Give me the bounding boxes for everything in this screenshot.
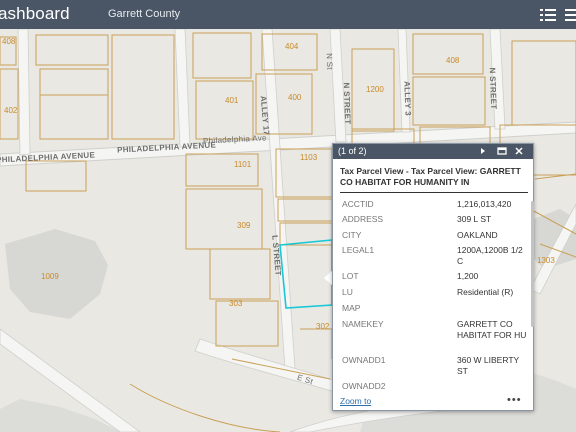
attribute-key: LU <box>342 287 353 297</box>
attribute-value: OAKLAND <box>457 230 498 240</box>
parcel-label: 402 <box>4 106 18 115</box>
attribute-value: 1200A,1200B 1/2 C <box>457 245 523 266</box>
attribute-value: GARRETT CO HABITAT FOR HU <box>457 319 527 340</box>
parcel-label: 1303 <box>537 256 555 265</box>
info-popup: (1 of 2) Tax Parcel View - Tax Parcel Vi… <box>332 143 534 411</box>
parcel-label: 1200 <box>366 85 384 94</box>
parcel-label: 408 <box>2 37 16 46</box>
attribute-value: Residential (R) <box>457 287 514 297</box>
app-title: ashboard <box>0 4 70 23</box>
attribute-key: LEGAL1 <box>342 245 375 255</box>
street-label: N STREET <box>341 82 353 125</box>
attribute-key: MAP <box>342 303 361 313</box>
dock-icon[interactable] <box>496 145 508 157</box>
parcel-label: 408 <box>446 56 460 65</box>
parcel-label: 302 <box>316 322 330 331</box>
attribute-key: CITY <box>342 230 362 240</box>
popup-header: (1 of 2) <box>333 144 533 159</box>
attribute-key: LOT <box>342 271 359 281</box>
attribute-value: 360 W LIBERTY ST <box>457 355 520 376</box>
parcel-label: 1009 <box>41 272 59 281</box>
list-icon[interactable] <box>537 4 559 26</box>
street-label: N STREET <box>487 67 499 110</box>
attribute-value: 1,200 <box>457 271 479 281</box>
popup-scrollbar[interactable] <box>531 201 534 327</box>
popup-count: (1 of 2) <box>338 146 367 156</box>
parcel-label: 401 <box>225 96 239 105</box>
county-name: Garrett County <box>108 8 181 20</box>
street-label: N St <box>324 52 335 71</box>
app-header: ashboard Garrett County <box>0 0 576 29</box>
layers-icon[interactable] <box>562 4 576 26</box>
attribute-key: NAMEKEY <box>342 319 384 329</box>
parcel-label: 400 <box>288 93 302 102</box>
attribute-key: OWNADD1 <box>342 355 386 365</box>
zoom-to-link[interactable]: Zoom to <box>340 396 371 406</box>
attribute-value: 1,216,013,420 <box>457 199 512 209</box>
parcel-label: 1101 <box>234 160 252 169</box>
street-label: ALLEY 3 <box>402 80 413 117</box>
parcel-label: 1103 <box>300 153 318 162</box>
next-feature-icon[interactable] <box>477 145 489 157</box>
close-icon[interactable] <box>513 145 525 157</box>
more-actions-button[interactable]: ••• <box>507 394 522 406</box>
attribute-key: ADDRESS <box>342 214 384 224</box>
attribute-key: ACCTID <box>342 199 374 209</box>
attribute-key: OWNADD2 <box>342 381 386 391</box>
parcel-label: 303 <box>229 299 243 308</box>
attribute-value: 309 L ST <box>457 214 492 224</box>
parcel-label: 404 <box>285 42 299 51</box>
parcel-label: 309 <box>237 221 251 230</box>
popup-title: Tax Parcel View - Tax Parcel View: GARRE… <box>340 166 528 193</box>
